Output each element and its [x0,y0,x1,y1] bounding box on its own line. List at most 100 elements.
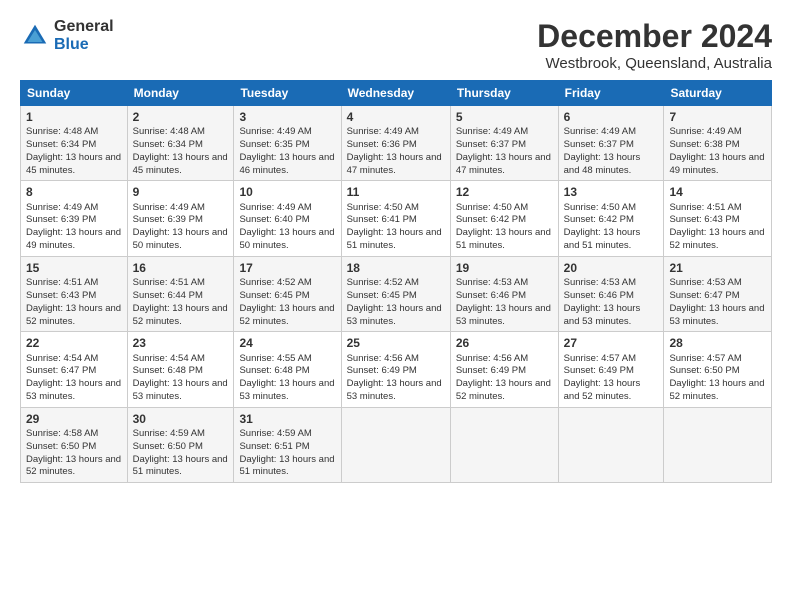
day-number: 23 [133,335,229,351]
table-cell: 4Sunrise: 4:49 AMSunset: 6:36 PMDaylight… [341,106,450,181]
day-number: 31 [239,411,335,427]
daylight-text: Daylight: 13 hours and 51 minutes. [347,227,442,251]
logo: General Blue [20,18,114,53]
sunrise-text: Sunrise: 4:49 AM [669,126,741,137]
sunset-text: Sunset: 6:46 PM [456,290,526,301]
daylight-text: Daylight: 13 hours and 45 minutes. [26,152,121,176]
table-cell: 12 Sunrise: 4:50 AMSunset: 6:42 PM Dayligh… [450,181,558,256]
header-wednesday: Wednesday [341,81,450,106]
sunrise-text: Sunrise: 4:48 AM [133,126,205,137]
sunset-text: Sunset: 6:42 PM [456,214,526,225]
sunset-text: Sunset: 6:49 PM [347,365,417,376]
sunrise-text: Sunrise: 4:55 AM [239,353,311,364]
calendar-row: 22Sunrise: 4:54 AMSunset: 6:47 PMDayligh… [21,332,772,407]
table-cell: 29Sunrise: 4:58 AMSunset: 6:50 PMDayligh… [21,407,128,482]
day-number: 15 [26,260,122,276]
table-cell: 9Sunrise: 4:49 AMSunset: 6:39 PMDaylight… [127,181,234,256]
table-cell [450,407,558,482]
sunrise-text: Sunrise: 4:53 AM [564,277,636,288]
daylight-text: Daylight: 13 hours and 47 minutes. [347,152,442,176]
sunrise-text: Sunrise: 4:50 AM [564,202,636,213]
daylight-text: Daylight: 13 hours and 51 minutes. [239,454,334,478]
day-number: 26 [456,335,553,351]
day-number: 24 [239,335,335,351]
table-cell: 11Sunrise: 4:50 AMSunset: 6:41 PMDayligh… [341,181,450,256]
sunrise-text: Sunrise: 4:50 AM [456,202,528,213]
header-sunday: Sunday [21,81,128,106]
sunrise-text: Sunrise: 4:53 AM [456,277,528,288]
sunrise-text: Sunrise: 4:58 AM [26,428,98,439]
sunrise-text: Sunrise: 4:53 AM [669,277,741,288]
sunset-text: Sunset: 6:34 PM [133,139,203,150]
sunset-text: Sunset: 6:37 PM [564,139,634,150]
table-cell: 24Sunrise: 4:55 AMSunset: 6:48 PMDayligh… [234,332,341,407]
table-cell: 5Sunrise: 4:49 AMSunset: 6:37 PMDaylight… [450,106,558,181]
daylight-text: Daylight: 13 hours and 49 minutes. [26,227,121,251]
table-cell: 2Sunrise: 4:48 AM Sunset: 6:34 PM Daylight… [127,106,234,181]
sunset-text: Sunset: 6:37 PM [456,139,526,150]
calendar-row: 1 Sunrise: 4:48 AM Sunset: 6:34 PM Daylight… [21,106,772,181]
sunrise-text: Sunrise: 4:52 AM [239,277,311,288]
table-cell: 22Sunrise: 4:54 AMSunset: 6:47 PMDayligh… [21,332,128,407]
sunset-text: Sunset: 6:35 PM [239,139,309,150]
daylight-text: Daylight: 13 hours and 45 minutes. [133,152,228,176]
table-cell: 20Sunrise: 4:53 AMSunset: 6:46 PMDayligh… [558,256,664,331]
table-cell: 10Sunrise: 4:49 AMSunset: 6:40 PMDayligh… [234,181,341,256]
sunset-text: Sunset: 6:41 PM [347,214,417,225]
day-number: 2 [133,109,229,125]
daylight-text: Daylight: 13 hours and 53 minutes. [564,303,641,327]
daylight-text: Daylight: 13 hours and 52 minutes. [456,378,551,402]
table-cell: 28Sunrise: 4:57 AMSunset: 6:50 PMDayligh… [664,332,772,407]
header-saturday: Saturday [664,81,772,106]
table-cell [558,407,664,482]
sunset-text: Sunset: 6:48 PM [239,365,309,376]
table-cell: 14Sunrise: 4:51 AMSunset: 6:43 PMDayligh… [664,181,772,256]
table-cell: 8Sunrise: 4:49 AMSunset: 6:39 PMDaylight… [21,181,128,256]
sunset-text: Sunset: 6:38 PM [669,139,739,150]
sunrise-text: Sunrise: 4:49 AM [347,126,419,137]
header-tuesday: Tuesday [234,81,341,106]
day-number: 4 [347,109,445,125]
daylight-text: Daylight: 13 hours and 51 minutes. [133,454,228,478]
sunrise-text: Sunrise: 4:51 AM [26,277,98,288]
sunrise-text: Sunrise: 4:49 AM [133,202,205,213]
daylight-text: Daylight: 13 hours and 51 minutes. [456,227,551,251]
daylight-text: Daylight: 13 hours and 53 minutes. [669,303,764,327]
day-number: 12 [456,184,553,200]
calendar-table: Sunday Monday Tuesday Wednesday Thursday… [20,80,772,483]
sunrise-text: Sunrise: 4:51 AM [133,277,205,288]
sunset-text: Sunset: 6:49 PM [456,365,526,376]
day-number: 14 [669,184,766,200]
sunset-text: Sunset: 6:49 PM [564,365,634,376]
sunset-text: Sunset: 6:34 PM [26,139,96,150]
day-number: 28 [669,335,766,351]
day-number: 13 [564,184,659,200]
table-cell: 31Sunrise: 4:59 AMSunset: 6:51 PMDayligh… [234,407,341,482]
day-number: 16 [133,260,229,276]
sub-title: Westbrook, Queensland, Australia [537,55,772,72]
sunrise-text: Sunrise: 4:49 AM [564,126,636,137]
table-cell: 15Sunrise: 4:51 AMSunset: 6:43 PMDayligh… [21,256,128,331]
sunset-text: Sunset: 6:39 PM [133,214,203,225]
table-cell: 7Sunrise: 4:49 AMSunset: 6:38 PMDaylight… [664,106,772,181]
day-number: 9 [133,184,229,200]
daylight-text: Daylight: 13 hours and 53 minutes. [456,303,551,327]
daylight-text: Daylight: 13 hours and 49 minutes. [669,152,764,176]
sunset-text: Sunset: 6:45 PM [239,290,309,301]
sunset-text: Sunset: 6:46 PM [564,290,634,301]
daylight-text: Daylight: 13 hours and 53 minutes. [347,378,442,402]
day-number: 18 [347,260,445,276]
day-number: 1 [26,109,122,125]
daylight-text: Daylight: 13 hours and 52 minutes. [26,454,121,478]
sunrise-text: Sunrise: 4:54 AM [133,353,205,364]
sunset-text: Sunset: 6:47 PM [669,290,739,301]
day-number: 6 [564,109,659,125]
day-number: 29 [26,411,122,427]
table-cell [664,407,772,482]
table-cell: 21Sunrise: 4:53 AMSunset: 6:47 PMDayligh… [664,256,772,331]
table-cell: 3Sunrise: 4:49 AMSunset: 6:35 PMDaylight… [234,106,341,181]
sunrise-text: Sunrise: 4:57 AM [564,353,636,364]
table-cell [341,407,450,482]
day-number: 30 [133,411,229,427]
table-cell: 27Sunrise: 4:57 AMSunset: 6:49 PMDayligh… [558,332,664,407]
